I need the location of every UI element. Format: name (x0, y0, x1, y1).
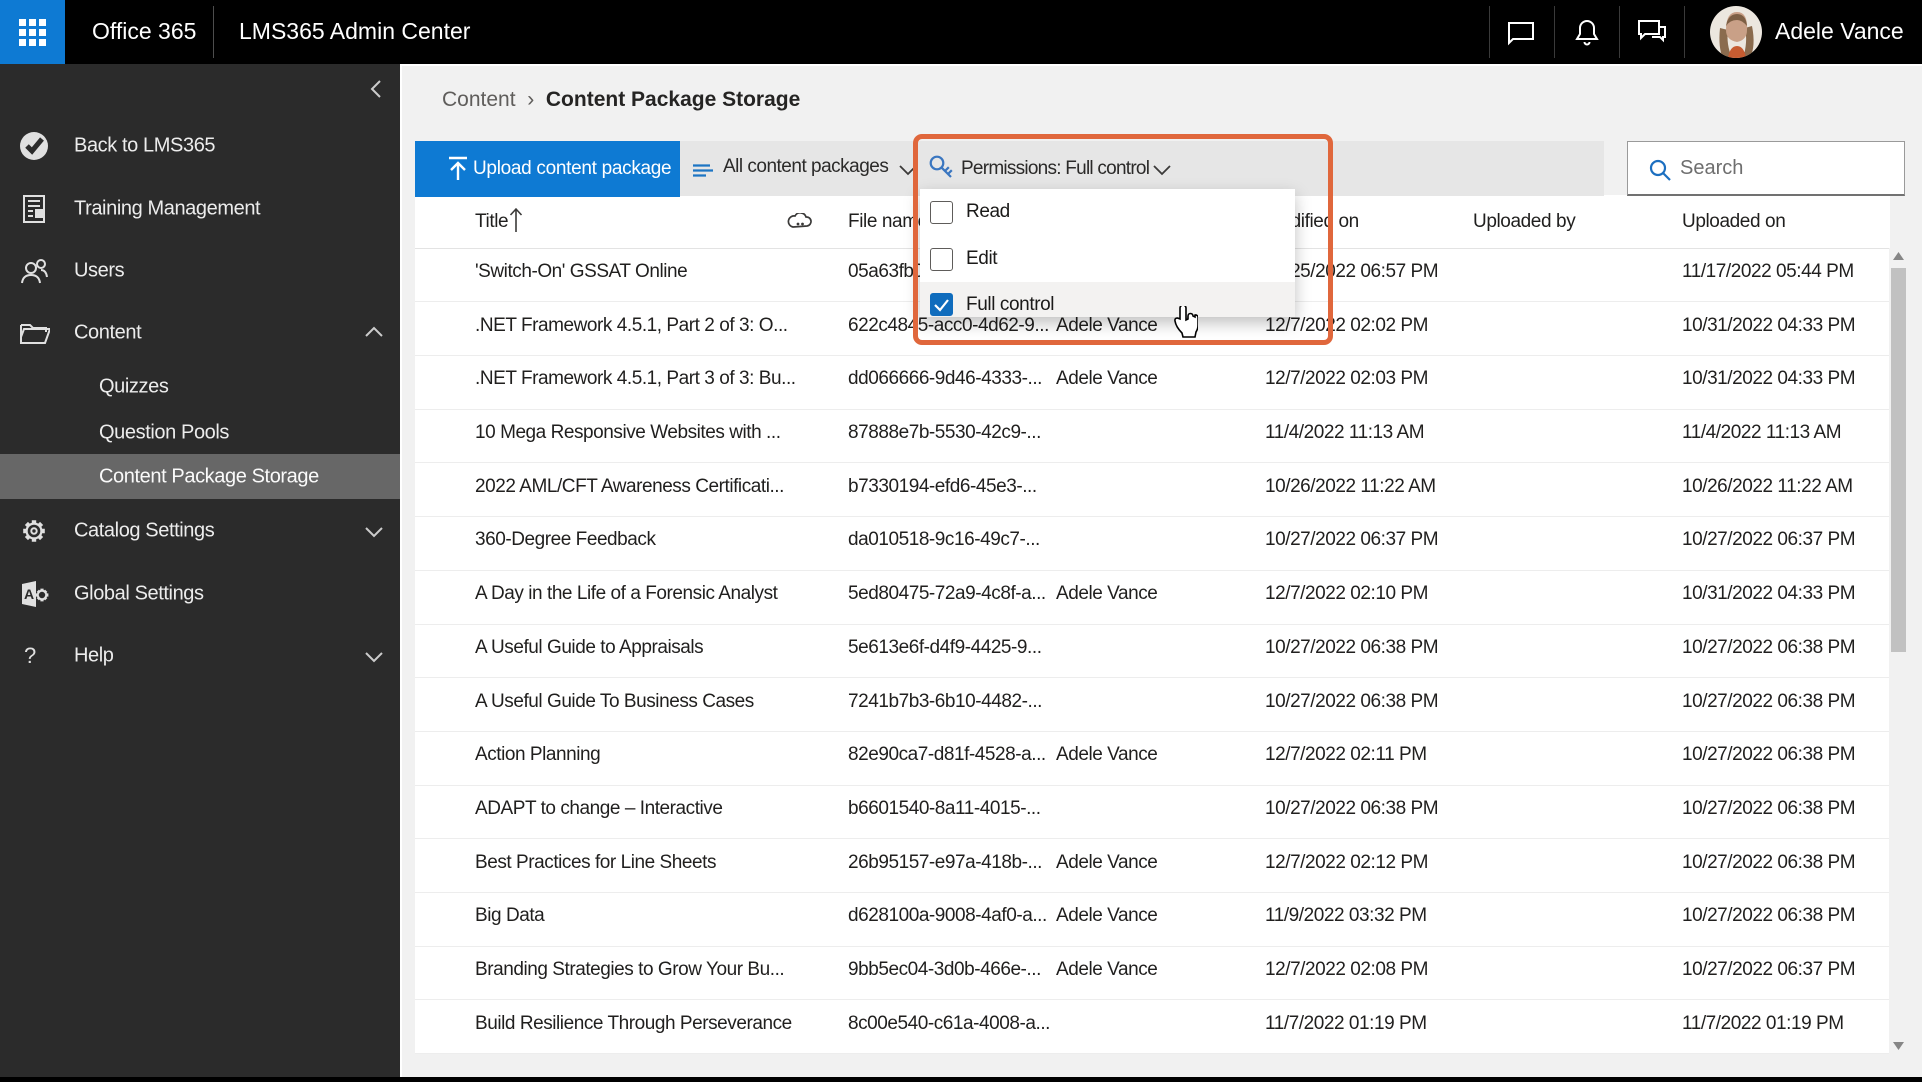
svg-text:A: A (24, 586, 34, 602)
